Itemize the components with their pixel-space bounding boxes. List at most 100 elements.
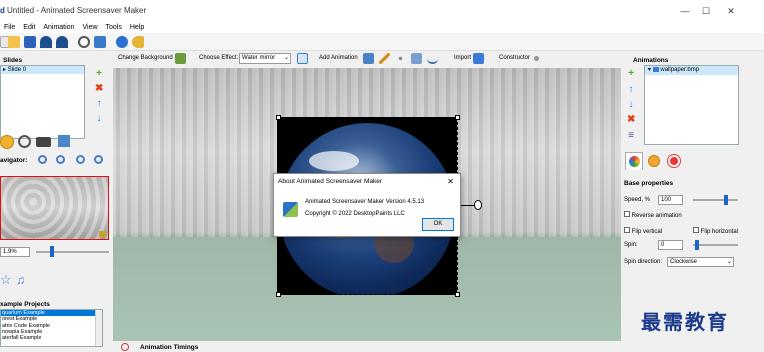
minimize-button[interactable]: —	[676, 4, 694, 18]
rotate-line	[459, 205, 475, 206]
animations-tree[interactable]: ▾ wallpaper.bmp	[644, 65, 739, 145]
spin-input[interactable]: 0	[658, 240, 683, 250]
info-icon[interactable]	[116, 36, 128, 48]
effect-settings-icon[interactable]	[297, 53, 308, 64]
zoom-slider-track[interactable]	[36, 251, 109, 253]
dialog-close-button[interactable]: ✕	[447, 177, 454, 186]
list-item[interactable]: aterfall Example	[1, 335, 102, 341]
choose-effect-label: Choose Effect:	[199, 55, 239, 61]
navigator-corner-icon	[99, 231, 106, 237]
resize-handle-ne[interactable]	[455, 115, 460, 120]
image-slide-icon[interactable]	[58, 135, 70, 147]
key-icon[interactable]	[132, 36, 144, 48]
title-bar: d Untitled - Animated Screensaver Maker …	[0, 0, 764, 22]
resize-handle-se[interactable]	[455, 292, 460, 297]
tree-item[interactable]: ▾ wallpaper.bmp	[645, 66, 738, 75]
add-animation-icon[interactable]: +	[627, 69, 635, 79]
flip-vertical-checkbox[interactable]: Flip vertical	[624, 227, 662, 235]
speed-input[interactable]: 100	[658, 195, 683, 205]
chevron-down-icon: ⌄	[726, 259, 732, 265]
base-properties-header: Base properties	[624, 180, 674, 187]
menu-bar: File Edit Animation View Tools Help	[0, 22, 764, 33]
timings-bar: Animation Timings	[113, 341, 621, 352]
reverse-animation-label: Reverse animation	[631, 213, 682, 219]
zoom-value-field[interactable]: 1.9%	[0, 247, 30, 257]
globe-icon[interactable]	[18, 135, 31, 148]
delete-animation-icon[interactable]: ✖	[627, 115, 635, 125]
menu-help[interactable]: Help	[126, 22, 148, 33]
reverse-animation-checkbox[interactable]: Reverse animation	[624, 211, 682, 219]
dialog-title: About Animated Screensaver Maker	[278, 178, 383, 185]
zoom-in-icon[interactable]	[38, 155, 47, 164]
spin-slider-track[interactable]	[693, 240, 738, 250]
motion-tab-icon[interactable]	[668, 155, 680, 167]
menu-file[interactable]: File	[0, 22, 19, 33]
close-button[interactable]: ✕	[722, 4, 740, 18]
zoom-actual-icon[interactable]	[94, 155, 103, 164]
slides-list[interactable]: ▸ Slide 0	[0, 65, 85, 139]
preview-eye-icon[interactable]	[78, 36, 90, 48]
move-down-icon[interactable]: ↓	[627, 100, 635, 110]
resize-handle-sw[interactable]	[276, 292, 281, 297]
undo-icon[interactable]	[40, 36, 52, 48]
add-wave-animation-icon[interactable]	[427, 53, 438, 64]
timings-icon[interactable]	[121, 343, 129, 351]
change-background-button[interactable]: Change Background	[118, 55, 173, 61]
change-background-icon[interactable]	[175, 53, 186, 64]
move-down-icon[interactable]: ↓	[95, 114, 103, 124]
left-panel: Slides ▸ Slide 0 + ✖ ↑ ↓ avigator: 1.9% …	[0, 51, 113, 352]
menu-tools[interactable]: Tools	[102, 22, 126, 33]
rotate-handle[interactable]	[474, 200, 482, 210]
choose-effect-select[interactable]: Water mirror ⌄	[239, 53, 291, 64]
zoom-fit-icon[interactable]	[76, 155, 85, 164]
effects-tab-icon[interactable]	[648, 155, 660, 167]
redo-icon[interactable]	[56, 36, 68, 48]
add-slide-icon[interactable]: +	[95, 69, 103, 79]
maximize-button[interactable]: ☐	[697, 4, 715, 18]
resize-handle-nw[interactable]	[276, 115, 281, 120]
open-folder-icon[interactable]	[8, 36, 20, 48]
speed-slider-track[interactable]	[693, 195, 738, 205]
spin-slider-thumb[interactable]	[695, 240, 699, 250]
ok-button[interactable]: OK	[422, 218, 454, 231]
add-brush-animation-icon[interactable]	[379, 53, 390, 64]
constructor-label[interactable]: Constructor	[499, 55, 530, 61]
camera-icon[interactable]	[36, 137, 51, 147]
list-item[interactable]: ▸ Slide 0	[1, 66, 84, 74]
music-tab-icon[interactable]: ♫	[16, 273, 28, 287]
move-up-icon[interactable]: ↑	[627, 85, 635, 95]
star-tab-icon[interactable]: ☆	[0, 273, 12, 287]
menu-animation[interactable]: Animation	[39, 22, 78, 33]
tree-item-label: wallpaper.bmp	[660, 67, 700, 73]
chevron-down-icon: ⌄	[283, 55, 289, 61]
animation-timings-label[interactable]: Animation Timings	[140, 344, 198, 351]
settings-list-icon[interactable]: ≡	[627, 131, 635, 141]
spin-direction-select[interactable]: Clockwise ⌄	[667, 257, 734, 267]
zoom-slider-thumb[interactable]	[50, 246, 54, 257]
import-icon[interactable]	[473, 53, 484, 64]
menu-view[interactable]: View	[78, 22, 101, 33]
menu-edit[interactable]: Edit	[19, 22, 39, 33]
gear-icon[interactable]	[0, 135, 14, 149]
navigator-preview[interactable]	[0, 176, 109, 240]
save-icon[interactable]	[24, 36, 36, 48]
import-label[interactable]: Import	[454, 55, 471, 61]
checkbox-box	[624, 227, 630, 233]
constructor-icon[interactable]	[531, 53, 542, 64]
add-animation-label: Add Animation	[319, 55, 358, 61]
add-text-animation-icon[interactable]	[411, 53, 422, 64]
move-up-icon[interactable]: ↑	[95, 99, 103, 109]
delete-slide-icon[interactable]: ✖	[95, 84, 103, 94]
monitor-icon[interactable]	[94, 36, 106, 48]
flip-horizontal-label: Flip horizontal	[700, 229, 739, 235]
example-projects-list[interactable]: quarium Example orest Example atrix Code…	[0, 309, 103, 347]
speed-slider-thumb[interactable]	[723, 195, 728, 205]
properties-tab-palette[interactable]	[625, 152, 643, 170]
list-scrollbar[interactable]	[95, 310, 102, 346]
effect-toolbar: Change Background Choose Effect: Water m…	[113, 51, 621, 66]
checkbox-box	[693, 227, 699, 233]
add-image-animation-icon[interactable]	[363, 53, 374, 64]
add-particles-icon[interactable]	[395, 53, 406, 64]
zoom-out-icon[interactable]	[56, 155, 65, 164]
flip-horizontal-checkbox[interactable]: Flip horizontal	[693, 227, 738, 235]
